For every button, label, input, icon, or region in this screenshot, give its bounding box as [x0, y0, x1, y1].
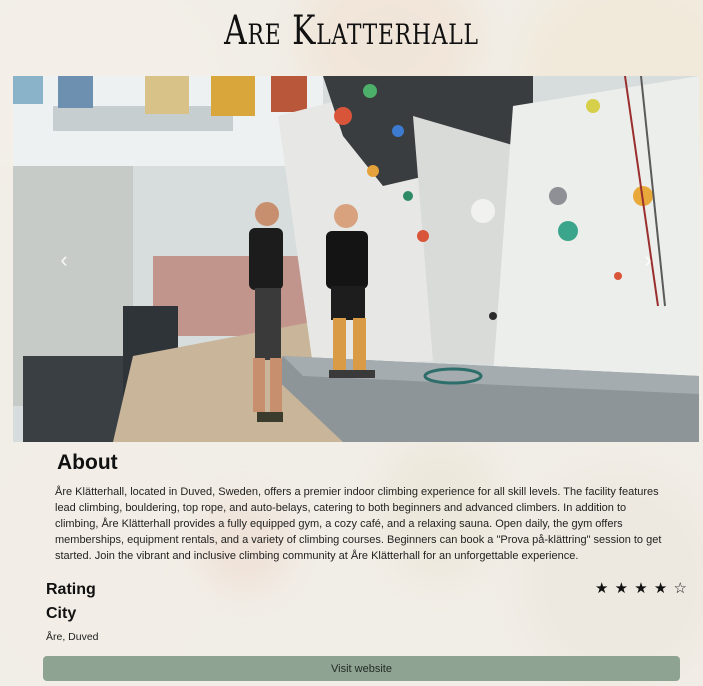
rating-stars: ★ ★ ★ ★ ☆	[595, 579, 688, 597]
visit-website-button[interactable]: Visit website	[43, 656, 680, 681]
chevron-right-icon[interactable]: ›	[639, 246, 657, 274]
star-filled-icon: ★	[595, 580, 610, 597]
image-carousel[interactable]: ‹ ›	[13, 76, 699, 442]
star-filled-icon: ★	[653, 580, 669, 597]
about-heading: About	[57, 451, 118, 474]
star-filled-icon: ★	[634, 580, 649, 597]
rating-label: Rating	[46, 581, 96, 598]
city-value: Åre, Duved	[46, 631, 99, 643]
page-title: Are Klatterhall	[224, 8, 479, 54]
carousel-image	[13, 76, 699, 442]
star-filled-icon: ★	[614, 580, 630, 597]
star-empty-icon: ☆	[673, 580, 688, 597]
about-text: Åre Klätterhall, located in Duved, Swede…	[55, 486, 662, 562]
city-label: City	[46, 605, 77, 622]
chevron-left-icon[interactable]: ‹	[55, 246, 73, 274]
